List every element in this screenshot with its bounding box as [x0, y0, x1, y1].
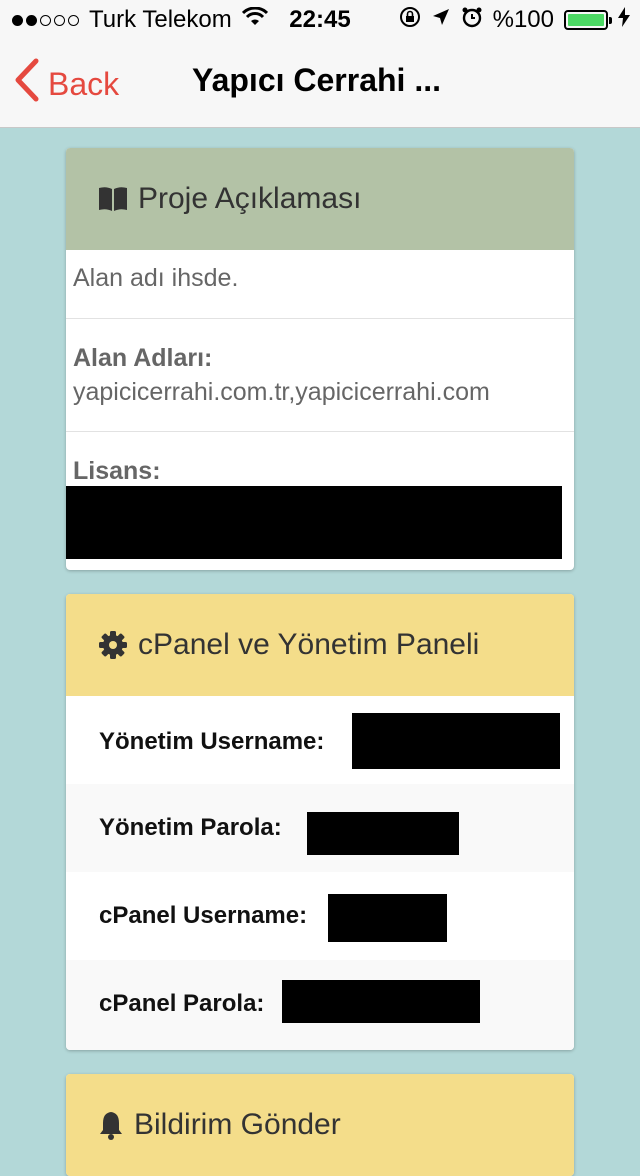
status-bar: Turk Telekom 22:45 %100	[0, 0, 640, 40]
status-right: %100	[399, 6, 630, 34]
charging-icon	[618, 6, 630, 34]
credential-row: Yönetim Parola:	[66, 784, 574, 872]
cpanel-password-label: cPanel Parola:	[99, 990, 265, 1017]
navigation-bar: Back Yapıcı Cerrahi ...	[0, 40, 640, 128]
gear-icon	[98, 630, 128, 660]
divider	[66, 431, 574, 432]
project-description-card: Proje Açıklaması Alan adı ihsde. Alan Ad…	[66, 148, 574, 570]
send-notification-card[interactable]: Bildirim Gönder	[66, 1074, 574, 1176]
project-card-title: Proje Açıklaması	[138, 182, 362, 215]
battery-icon	[564, 10, 612, 30]
admin-username-label: Yönetim Username:	[99, 728, 325, 755]
notification-card-title: Bildirim Gönder	[134, 1108, 341, 1141]
domains-label: Alan Adları:	[73, 344, 213, 372]
admin-password-redacted	[307, 812, 459, 855]
status-left: Turk Telekom	[12, 6, 268, 34]
credential-row: cPanel Parola:	[66, 960, 574, 1050]
credential-row: Yönetim Username:	[66, 696, 574, 784]
location-icon	[431, 6, 451, 34]
cpanel-card: cPanel ve Yönetim Paneli Yönetim Usernam…	[66, 594, 574, 1050]
orientation-lock-icon	[399, 6, 421, 35]
chevron-left-icon	[14, 58, 48, 110]
project-card-header: Proje Açıklaması	[66, 148, 574, 250]
page-title: Yapıcı Cerrahi ...	[192, 62, 441, 98]
book-icon	[98, 186, 128, 212]
cpanel-card-title: cPanel ve Yönetim Paneli	[138, 628, 480, 661]
signal-strength-icon	[12, 14, 79, 26]
alarm-icon	[461, 6, 483, 35]
admin-username-redacted	[352, 713, 560, 769]
cpanel-username-label: cPanel Username:	[99, 902, 308, 929]
license-label: Lisans:	[73, 457, 161, 485]
domains-value: yapicicerrahi.com.tr,yapicicerrahi.com	[73, 378, 490, 406]
divider	[66, 318, 574, 319]
notification-card-header[interactable]: Bildirim Gönder	[66, 1074, 574, 1176]
cpanel-card-header: cPanel ve Yönetim Paneli	[66, 594, 574, 696]
project-description-text: Alan adı ihsde.	[73, 264, 239, 292]
cpanel-username-redacted	[328, 894, 447, 942]
wifi-icon	[241, 6, 268, 34]
cpanel-password-redacted	[282, 980, 480, 1023]
credential-row: cPanel Username:	[66, 872, 574, 960]
battery-percent: %100	[492, 6, 554, 33]
license-redacted-value	[66, 486, 562, 559]
back-label: Back	[48, 65, 120, 102]
back-button[interactable]: Back	[14, 58, 119, 110]
admin-password-label: Yönetim Parola:	[99, 814, 282, 841]
carrier-name: Turk Telekom	[89, 6, 232, 33]
